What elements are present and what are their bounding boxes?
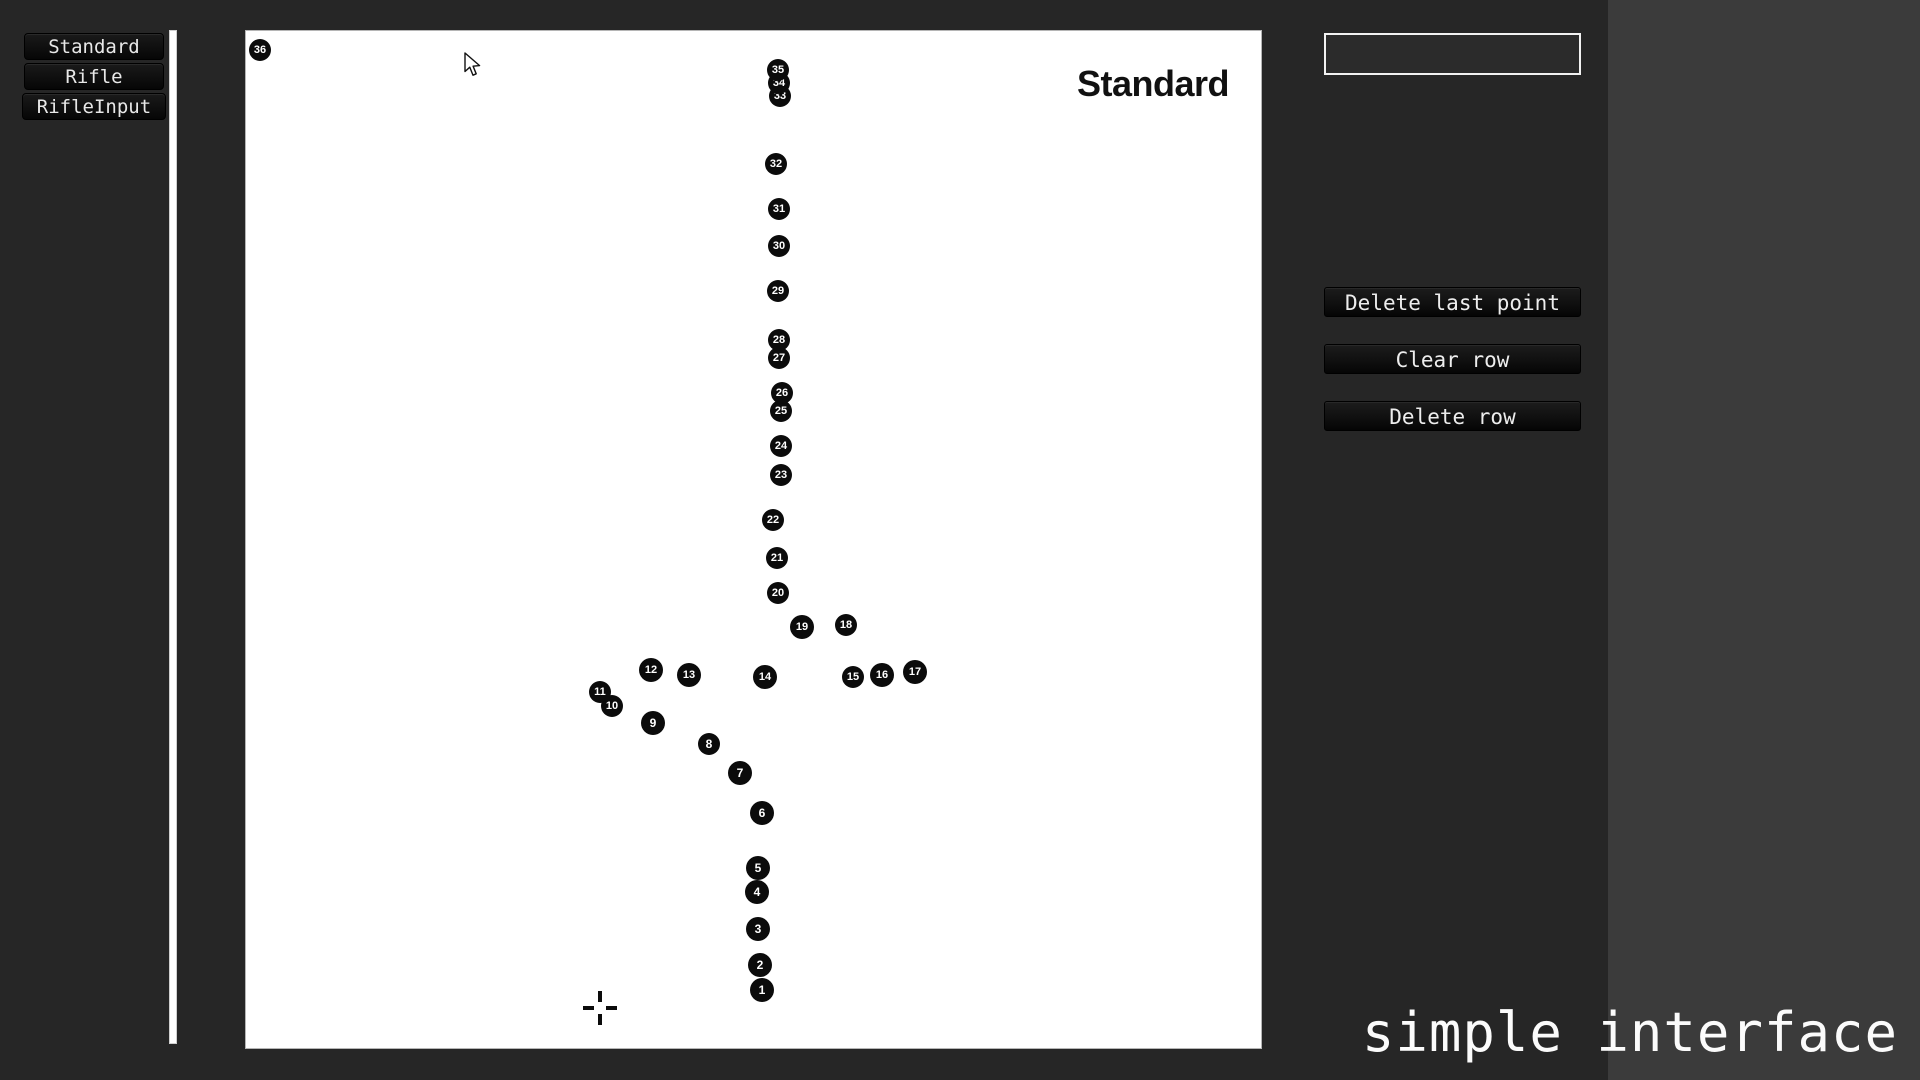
plot-point[interactable]: 13 (677, 663, 701, 687)
sidebar: Standard Rifle RifleInput (0, 0, 170, 1080)
plot-point[interactable]: 35 (767, 59, 789, 81)
plot-point[interactable]: 32 (765, 153, 787, 175)
plot-point[interactable]: 5 (746, 856, 770, 880)
plot-point[interactable]: 28 (768, 329, 790, 351)
canvas-title: Standard (1076, 63, 1230, 104)
vertical-scrollbar[interactable] (169, 30, 177, 1044)
plot-point[interactable]: 7 (728, 761, 752, 785)
plot-canvas[interactable]: Standard 1 2 3 4 5 6 7 8 9 10 11 12 13 14 15 16 17 18 19 20… (245, 30, 1262, 1049)
plot-point[interactable]: 23 (770, 464, 792, 486)
plot-point[interactable]: 11 (589, 681, 611, 703)
plot-point[interactable]: 22 (762, 509, 784, 531)
plot-point[interactable]: 36 (249, 39, 271, 61)
plot-point[interactable]: 8 (698, 733, 720, 755)
plot-point[interactable]: 30 (768, 235, 790, 257)
screen: Standard Rifle RifleInput Standard 12345… (0, 0, 1920, 1080)
plot-point[interactable]: 6 (750, 801, 774, 825)
sidebar-item-standard[interactable]: Standard (24, 33, 164, 60)
delete-row-button[interactable]: Delete row (1324, 401, 1581, 431)
sidebar-item-label: RifleInput (36, 96, 152, 118)
plot-point[interactable]: 20 (767, 582, 789, 604)
plot-point[interactable]: 17 (903, 660, 927, 684)
plot-point[interactable]: 14 (753, 665, 777, 689)
app-window: Standard Rifle RifleInput Standard 12345… (0, 0, 1608, 1080)
plot-point[interactable]: 1 (750, 978, 774, 1002)
sidebar-item-rifleinput[interactable]: RifleInput (22, 93, 166, 120)
plot-point[interactable]: 26 (771, 382, 793, 404)
plot-point[interactable]: 24 (770, 435, 792, 457)
right-panel: Delete last point Clear row Delete row (1322, 0, 1608, 1080)
arrow-cursor (464, 52, 484, 78)
sidebar-item-label: Rifle (65, 66, 123, 88)
delete-last-point-button[interactable]: Delete last point (1324, 287, 1581, 317)
button-label: Delete last point (1345, 291, 1560, 315)
plot-point[interactable]: 16 (870, 663, 894, 687)
plot-point[interactable]: 31 (768, 198, 790, 220)
crosshair-cursor (583, 991, 617, 1025)
plot-point[interactable]: 29 (767, 280, 789, 302)
value-input[interactable] (1324, 33, 1581, 75)
button-label: Delete row (1389, 405, 1516, 429)
plot-point[interactable]: 18 (835, 614, 857, 636)
sidebar-item-rifle[interactable]: Rifle (24, 63, 164, 90)
plot-point[interactable]: 19 (790, 615, 814, 639)
plot-point[interactable]: 12 (639, 658, 663, 682)
sidebar-item-label: Standard (48, 36, 140, 58)
clear-row-button[interactable]: Clear row (1324, 344, 1581, 374)
plot-point[interactable]: 2 (748, 953, 772, 977)
plot-point[interactable]: 21 (766, 547, 788, 569)
plot-point[interactable]: 15 (842, 666, 864, 688)
plot-point[interactable]: 4 (745, 880, 769, 904)
plot-point[interactable]: 9 (641, 711, 665, 735)
button-label: Clear row (1395, 348, 1510, 372)
plot-point[interactable]: 3 (746, 917, 770, 941)
watermark-text: simple interface (1361, 1001, 1898, 1064)
